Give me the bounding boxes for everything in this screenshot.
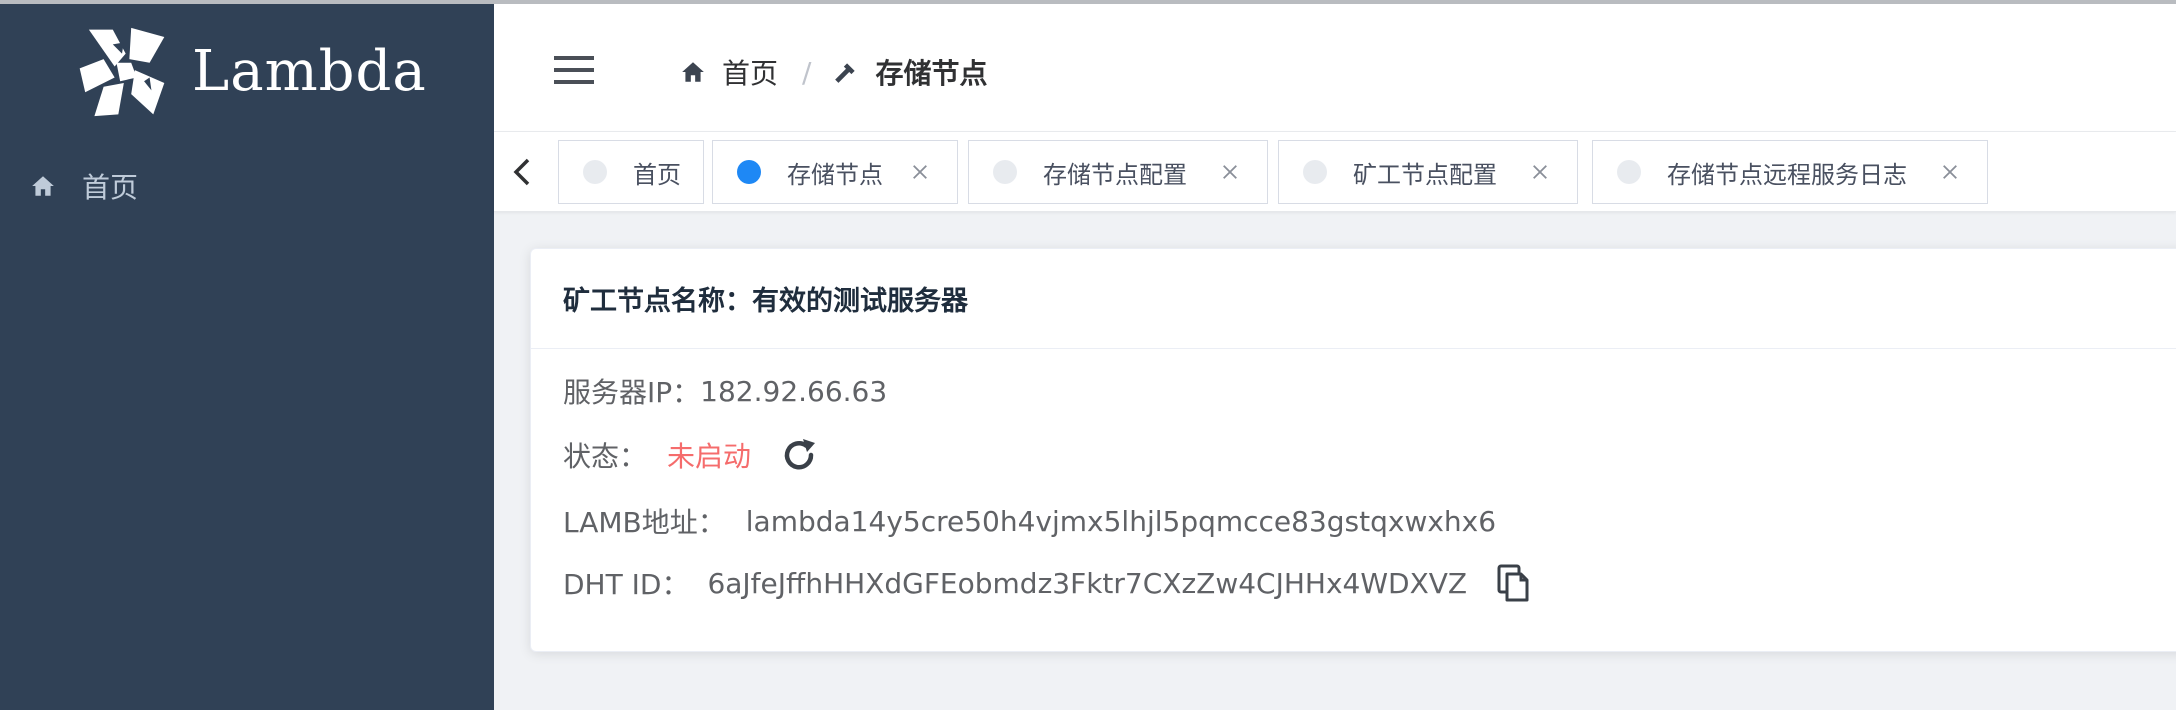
close-icon[interactable] [1937, 159, 1963, 185]
home-icon [30, 173, 56, 199]
tag-label: 存储节点远程服务日志 [1667, 160, 1907, 189]
brand-logo[interactable]: Lambda [76, 24, 427, 120]
server-ip-value: 182.92.66.63 [700, 374, 888, 408]
breadcrumb-home-label: 首页 [722, 57, 779, 90]
lamb-address-row: LAMB地址： lambda14y5cre50h4vjmx5lhjl5pqmcc… [563, 501, 1496, 541]
brand-name: Lambda [192, 39, 427, 104]
close-icon[interactable] [907, 159, 933, 185]
tag-label: 存储节点配置 [1043, 160, 1187, 189]
refresh-icon[interactable] [779, 435, 819, 475]
card-header: 矿工节点名称：有效的测试服务器 [531, 249, 2176, 349]
navbar: 首页 / 存储节点 [494, 4, 2176, 132]
status-row: 状态： 未启动 [563, 435, 819, 475]
tag-dot [993, 160, 1017, 184]
lamb-address-value: lambda14y5cre50h4vjmx5lhjl5pqmcce83gstqx… [745, 504, 1497, 538]
hamburger-menu-icon[interactable] [554, 50, 594, 90]
tag-miner-node-config[interactable]: 矿工节点配置 [1278, 140, 1578, 204]
sidebar: Lambda 首页 [0, 4, 494, 710]
dht-id-label: DHT ID： [563, 568, 690, 601]
lambda-logo-icon [79, 27, 165, 117]
breadcrumb-current-label: 存储节点 [875, 57, 988, 90]
card-title: 矿工节点名称：有效的测试服务器 [563, 286, 968, 317]
tag-label: 矿工节点配置 [1353, 160, 1497, 189]
tag-dot [583, 160, 607, 184]
tag-dot [1617, 160, 1641, 184]
breadcrumb: 首页 / 存储节点 [680, 52, 987, 92]
close-icon[interactable] [1527, 159, 1553, 185]
dht-id-value: 6aJfeJffhHHXdGFEobmdz3Fktr7CXzZw4CJHHx4W… [707, 566, 1468, 600]
breadcrumb-separator: / [802, 55, 812, 89]
status-value: 未启动 [667, 440, 752, 473]
miner-node-card: 矿工节点名称：有效的测试服务器 服务器IP： 182.92.66.63 状态： … [530, 248, 2176, 652]
home-icon [680, 59, 706, 85]
copy-icon[interactable] [1495, 563, 1531, 603]
dht-id-row: DHT ID： 6aJfeJffhHHXdGFEobmdz3Fktr7CXzZw… [563, 563, 1531, 603]
breadcrumb-home[interactable]: 首页 [680, 52, 778, 92]
tag-label: 首页 [633, 160, 681, 189]
status-label: 状态： [563, 440, 648, 473]
tag-label: 存储节点 [787, 160, 883, 189]
sidebar-item-label: 首页 [82, 171, 139, 204]
tags-view: 首页 存储节点 存储节点配置 矿工节点配置 存储节点远程服务日志 [494, 132, 2176, 212]
hammer-icon [833, 59, 859, 85]
breadcrumb-current: 存储节点 [833, 52, 987, 92]
tag-home[interactable]: 首页 [558, 140, 704, 204]
tag-storage-node-config[interactable]: 存储节点配置 [968, 140, 1268, 204]
tag-storage-node[interactable]: 存储节点 [712, 140, 958, 204]
sidebar-item-home[interactable]: 首页 [0, 154, 494, 218]
close-icon[interactable] [1217, 159, 1243, 185]
tag-dot [1303, 160, 1327, 184]
tag-dot [737, 160, 761, 184]
server-ip-label: 服务器IP： [563, 376, 701, 409]
server-ip-row: 服务器IP： 182.92.66.63 [563, 371, 887, 411]
tags-scroll-left-icon[interactable] [510, 154, 534, 190]
lamb-address-label: LAMB地址： [563, 506, 726, 539]
tag-storage-node-remote-log[interactable]: 存储节点远程服务日志 [1592, 140, 1988, 204]
